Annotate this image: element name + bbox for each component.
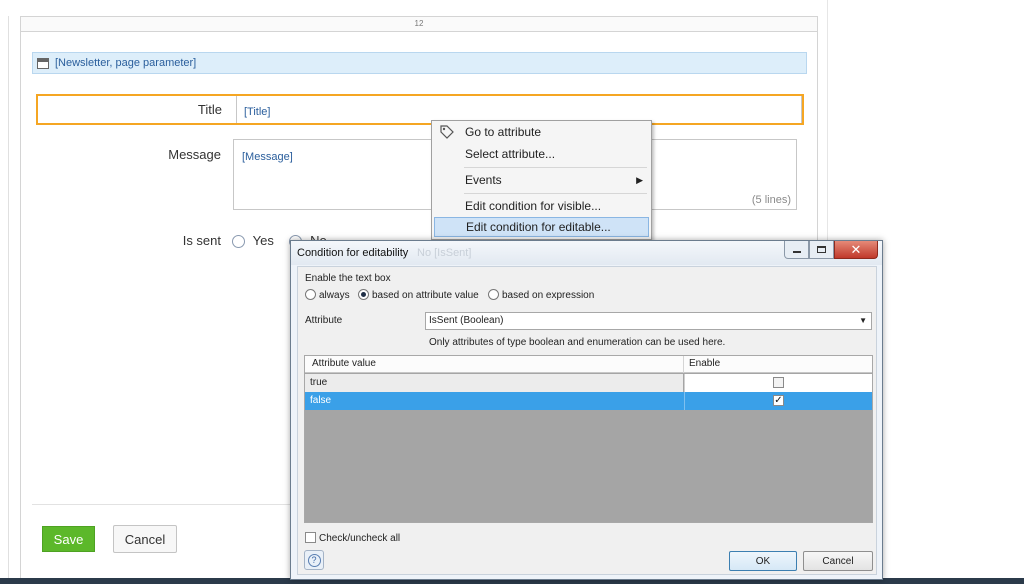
option-label: based on attribute value [372,290,479,301]
ok-button[interactable]: OK [729,551,797,571]
attribute-value-radio[interactable] [358,289,369,300]
menu-item-events[interactable]: Events ▶ [434,170,649,190]
menu-item-label: Events [465,173,502,187]
page-editor-window: 12 [Newsletter, page parameter] Title [T… [0,0,1024,584]
maximize-icon [817,246,826,253]
attribute-select-value: IsSent (Boolean) [429,315,504,326]
title-row-selected[interactable]: Title [Title] [36,94,804,125]
check-all-checkbox[interactable] [305,532,316,543]
attribute-label: Attribute [305,315,343,326]
attribute-select[interactable]: IsSent (Boolean) ▼ [425,312,872,330]
header-separator [683,356,684,373]
cell-attribute-value: true [305,374,683,392]
tag-icon [440,125,454,139]
menu-item-label: Select attribute... [465,147,556,161]
cancel-button[interactable]: Cancel [113,525,177,553]
option-always[interactable]: always [305,289,350,301]
message-textarea-value: [Message] [242,151,293,163]
maximize-button[interactable] [809,241,834,259]
option-label: based on expression [502,290,595,301]
close-button[interactable]: ✕ [834,241,878,259]
dialog-cancel-button[interactable]: Cancel [803,551,873,571]
dataview-icon [37,57,49,69]
expression-radio[interactable] [488,289,499,300]
menu-item-label: Edit condition for visible... [465,199,602,213]
always-radio[interactable] [305,289,316,300]
check-all-label: Check/uncheck all [319,533,401,544]
condition-table: Attribute value Enable true false ✓ [304,355,873,523]
check-uncheck-all[interactable]: Check/uncheck all [305,532,400,544]
title-textbox-value: [Title] [244,106,271,118]
menu-item-label: Go to attribute [465,125,542,139]
title-label: Title [197,102,222,117]
header-attribute-value: Attribute value [312,358,376,369]
canvas-margin-left [8,16,20,584]
menu-item-select-attribute[interactable]: Select attribute... [434,144,649,164]
header-enable: Enable [689,358,721,369]
dialog-title: Condition for editability [297,247,409,259]
message-lines-hint: (5 lines) [751,194,791,206]
menu-item-edit-visible[interactable]: Edit condition for visible... [434,196,649,216]
table-header: Attribute value Enable [305,356,872,373]
condition-dialog: Condition for editability No [IsSent] ✕ … [290,240,883,580]
minimize-icon [792,251,801,253]
yes-radio-label: Yes [252,233,274,248]
menu-item-edit-editable[interactable]: Edit condition for editable... [434,217,649,237]
menu-item-go-to-attribute[interactable]: Go to attribute [434,122,649,142]
cell-attribute-value: false [310,395,332,406]
dataview-header[interactable]: [Newsletter, page parameter] [32,52,807,74]
yes-radio[interactable] [232,235,245,249]
dataview-header-label: [Newsletter, page parameter] [55,57,197,69]
close-icon: ✕ [850,241,862,257]
help-icon: ? [307,553,321,567]
save-button[interactable]: Save [42,526,95,552]
title-textbox[interactable]: [Title] [236,96,802,123]
option-expression[interactable]: based on expression [488,289,594,301]
menu-separator [464,193,647,194]
submenu-arrow-icon: ▶ [636,175,643,185]
enable-checkbox-checked[interactable]: ✓ [773,395,784,406]
is-sent-label: Is sent [182,233,221,248]
minimize-button[interactable] [784,241,809,259]
cell-enable: ✓ [684,392,872,410]
enable-checkbox[interactable] [773,377,784,388]
menu-separator [464,167,647,168]
column-ruler: 12 [20,16,818,32]
cell-enable [684,374,872,392]
message-label: Message [168,147,221,162]
option-label: always [319,290,350,301]
enable-label: Enable the text box [305,273,391,284]
table-row-selected[interactable]: false ✓ [305,392,872,410]
dialog-title-ghost: No [IsSent] [417,247,472,259]
menu-item-label: Edit condition for editable... [466,220,611,234]
context-menu: Go to attribute Select attribute... Even… [431,120,652,240]
attribute-hint: Only attributes of type boolean and enum… [429,337,726,348]
chevron-down-icon: ▼ [859,316,867,325]
help-button[interactable]: ? [304,550,324,570]
dialog-body: Enable the text box always based on attr… [297,266,877,575]
option-attribute-value[interactable]: based on attribute value [358,289,479,301]
table-row[interactable]: true [305,374,872,392]
